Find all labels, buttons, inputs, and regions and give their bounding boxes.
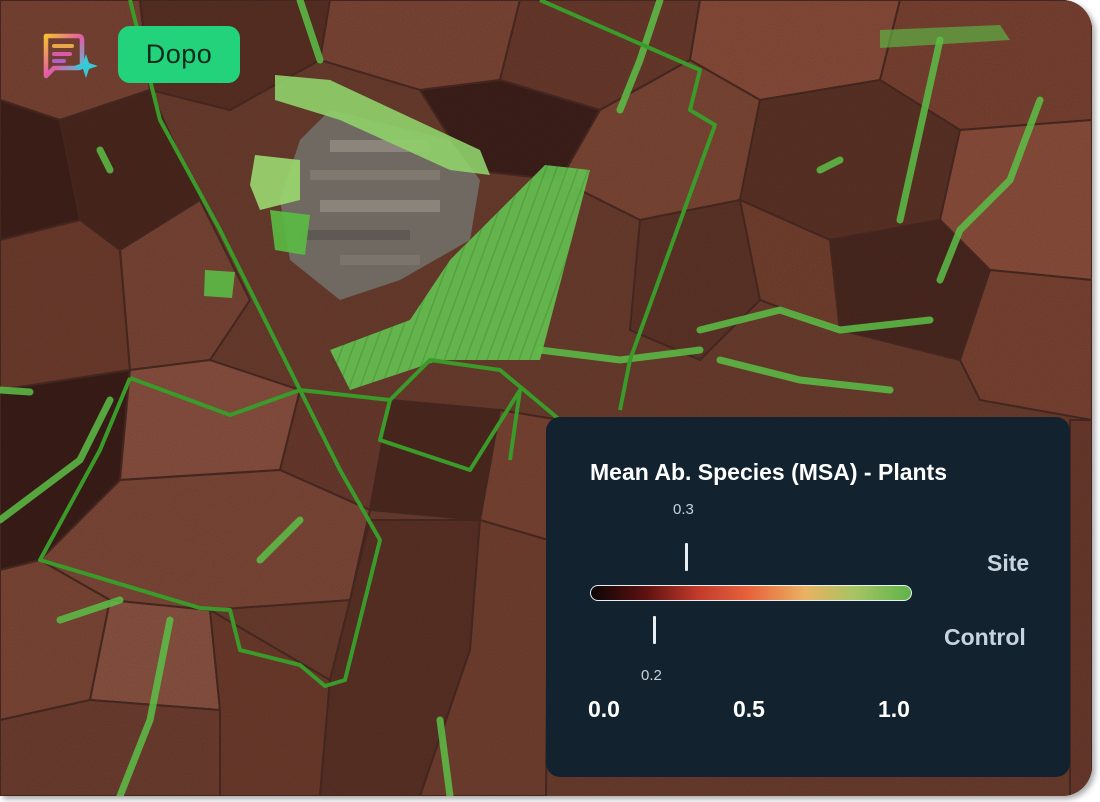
msa-color-scale <box>590 585 912 601</box>
scale-min-label: 0.0 <box>588 696 620 722</box>
site-label: Site <box>987 550 1030 576</box>
map-frame: Dopo Mean Ab. Species (MSA) - Plants 0.3… <box>0 0 1092 796</box>
mode-button[interactable]: Dopo <box>118 26 240 83</box>
legend-title: Mean Ab. Species (MSA) - Plants <box>590 459 947 485</box>
control-value-label: 0.2 <box>641 667 662 684</box>
sparkle-notes-icon[interactable] <box>40 30 100 82</box>
site-marker <box>684 543 688 571</box>
control-marker <box>652 616 656 644</box>
scale-max-label: 1.0 <box>878 696 910 722</box>
control-label: Control <box>944 624 1026 650</box>
msa-legend-panel: Mean Ab. Species (MSA) - Plants 0.3 Site… <box>546 417 1070 777</box>
site-value-label: 0.3 <box>673 501 694 518</box>
scale-mid-label: 0.5 <box>733 696 765 722</box>
